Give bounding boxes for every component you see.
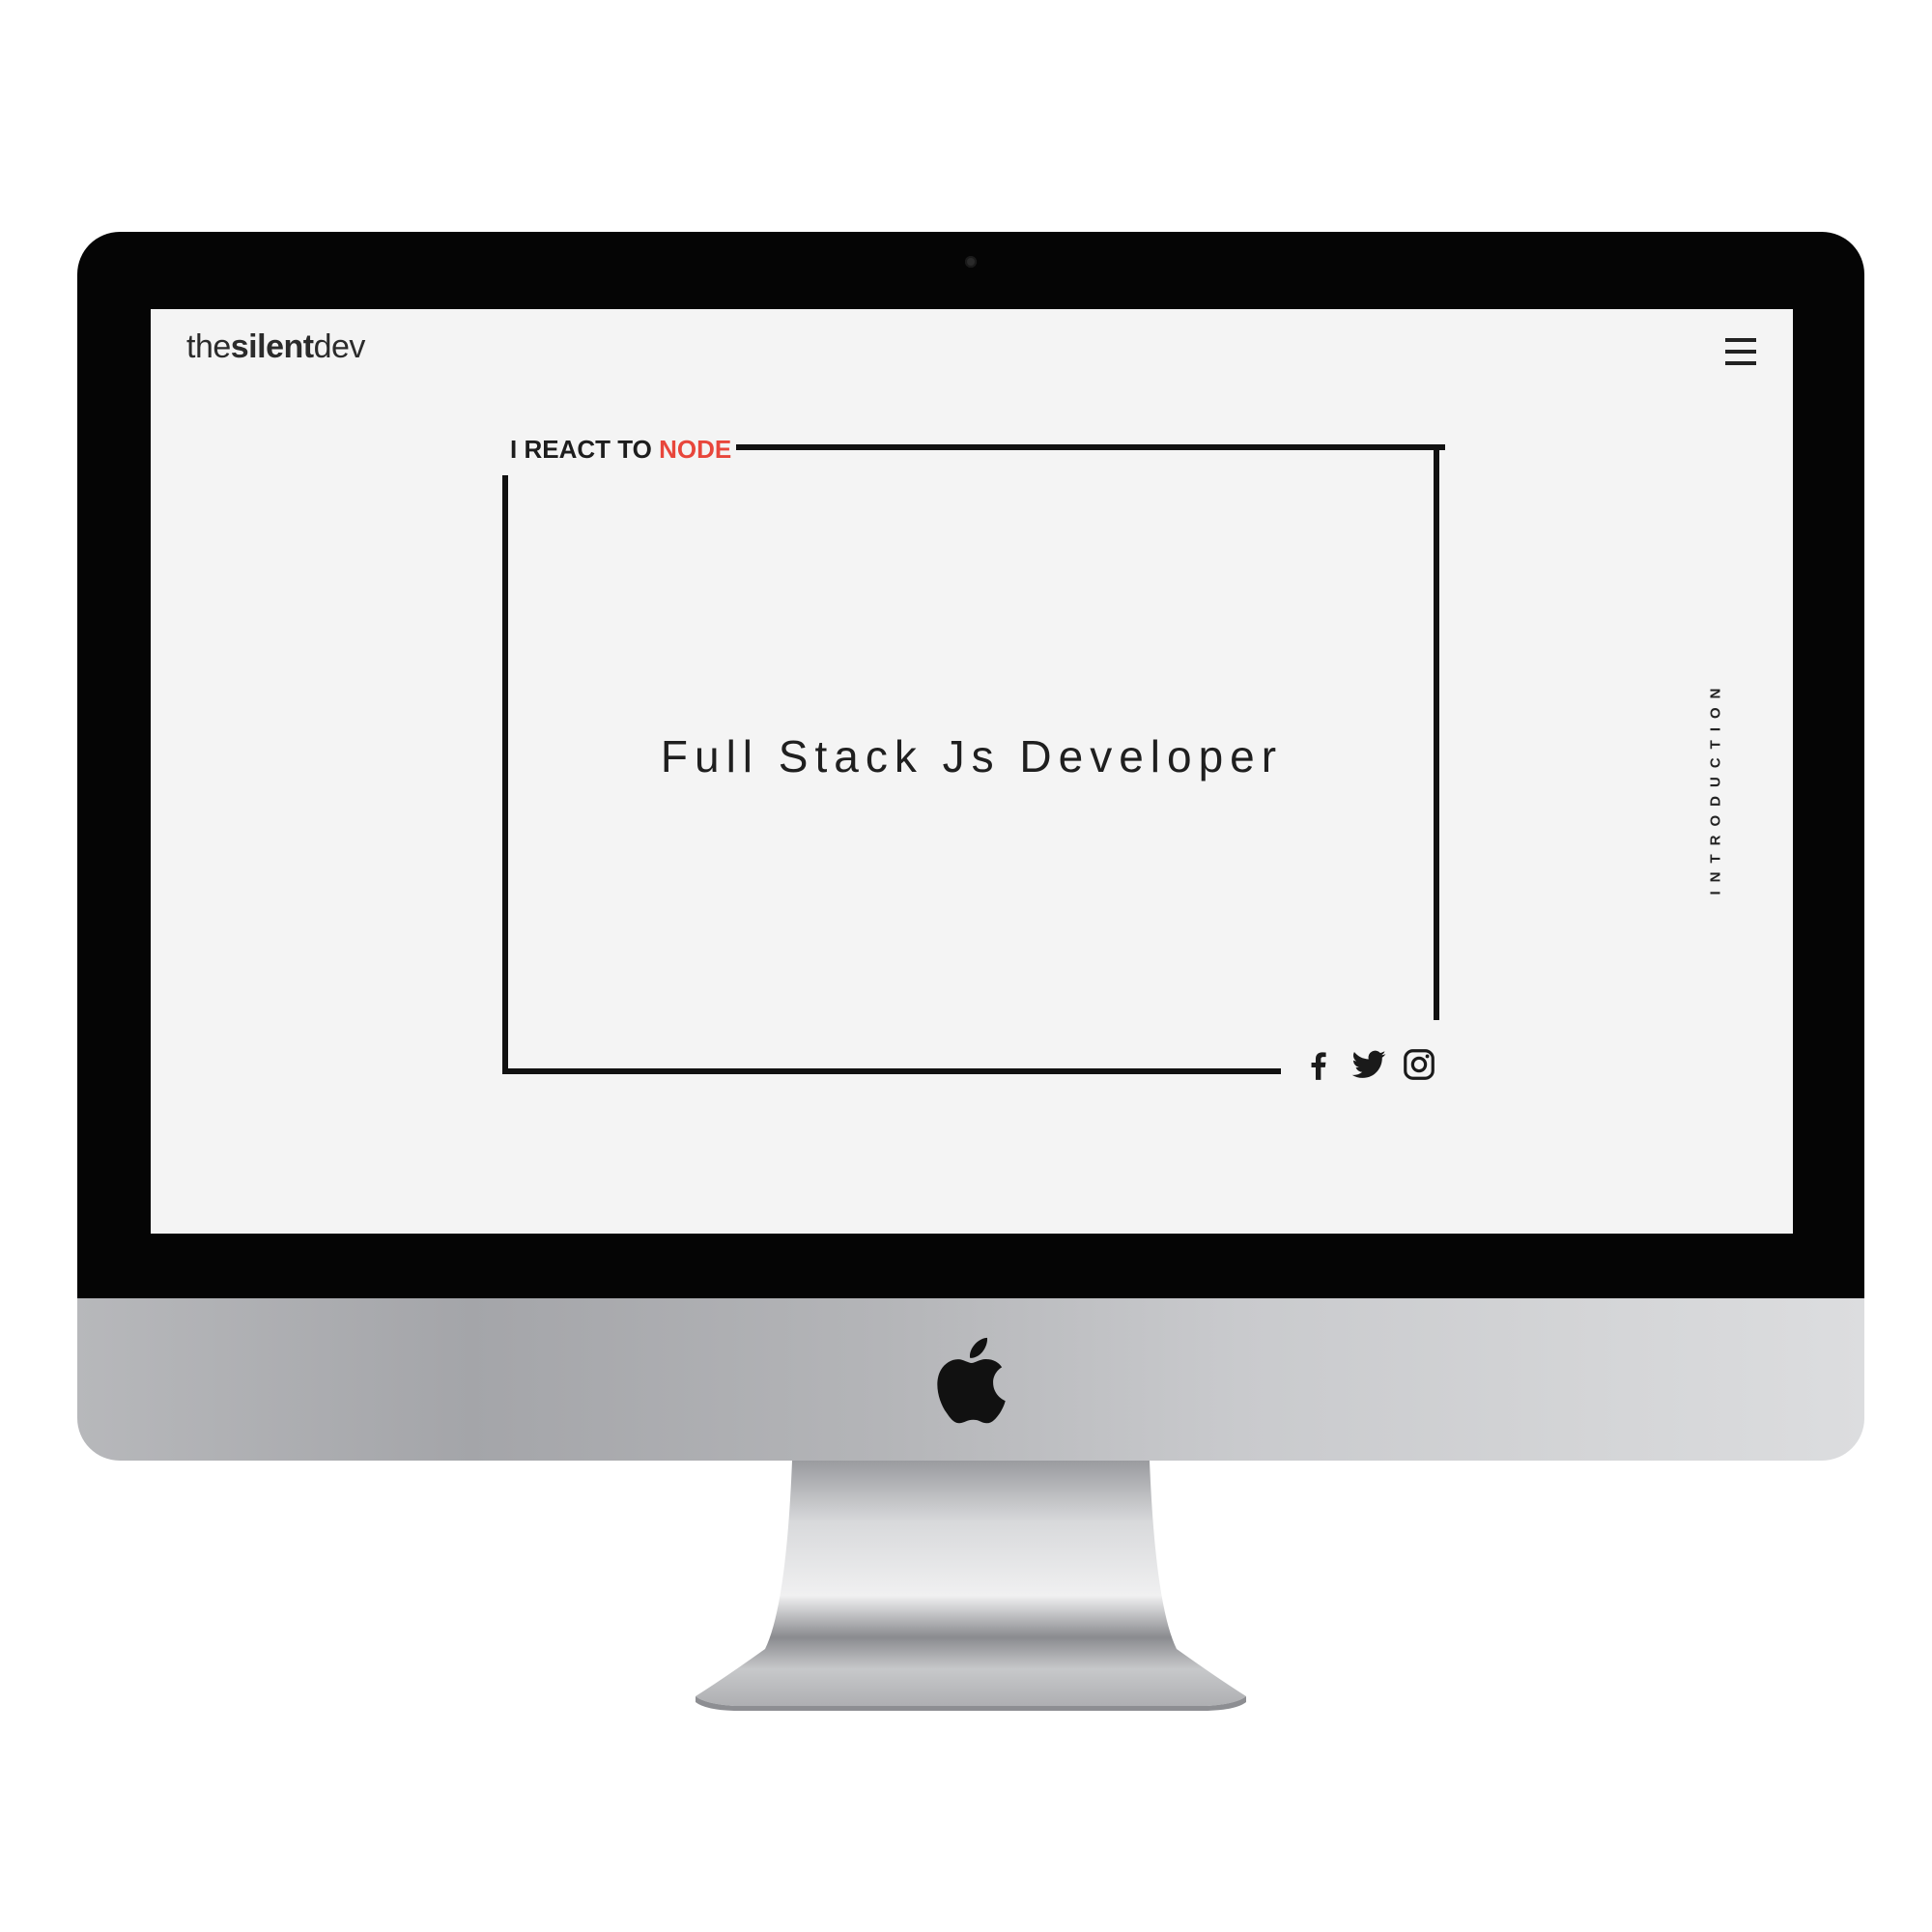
brand-prefix: the [186,328,231,365]
tagline-prefix: I REACT TO [510,435,660,464]
facebook-icon[interactable] [1300,1046,1337,1083]
hero-headline: Full Stack Js Developer [660,731,1284,781]
hero-tagline: I REACT TO NODE [510,435,731,465]
brand-bold: silent [230,328,314,365]
site-logo[interactable]: thesilentdev [186,328,365,366]
hamburger-menu-icon[interactable] [1725,338,1756,365]
website-screen: thesilentdev I REACT TO NODE Full Stack … [151,309,1793,1234]
apple-logo-icon [937,1337,1006,1424]
twitter-icon[interactable] [1350,1046,1387,1083]
instagram-icon[interactable] [1401,1046,1437,1083]
frame-bottom-border [502,1068,1281,1074]
section-label: INTRODUCTION [1707,679,1724,895]
brand-suffix: dev [313,328,366,365]
social-links [1300,1045,1437,1084]
tagline-accent: NODE [659,435,732,464]
monitor-stand [696,1461,1246,1711]
imac-mockup: thesilentdev I REACT TO NODE Full Stack … [0,0,1932,1932]
camera-icon [965,256,977,268]
frame-top-border [736,444,1445,450]
